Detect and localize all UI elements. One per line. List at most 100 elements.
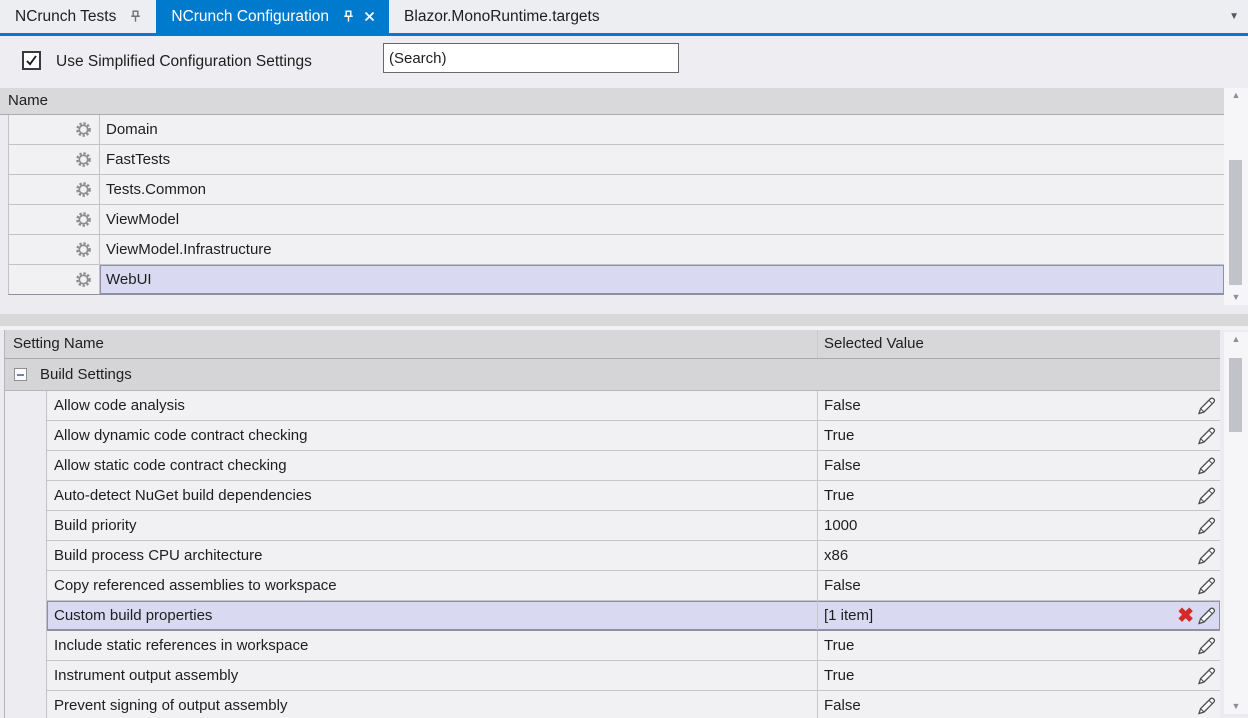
setting-value: True: [824, 427, 855, 444]
column-header-selected-value[interactable]: Selected Value: [818, 330, 1220, 358]
setting-row[interactable]: Allow dynamic code contract checking Tru…: [4, 421, 1220, 451]
setting-name: Build process CPU architecture: [54, 547, 263, 564]
row-gutter: [5, 691, 47, 718]
setting-value: True: [824, 667, 855, 684]
setting-row[interactable]: Build priority 1000: [4, 511, 1220, 541]
setting-value: 1000: [824, 517, 858, 534]
scrollbar-up-icon[interactable]: ▲: [1224, 332, 1248, 347]
settings-scrollbar[interactable]: ▲ ▼: [1224, 332, 1248, 714]
edit-icon[interactable]: [1195, 516, 1217, 536]
scrollbar-track[interactable]: [1224, 103, 1248, 290]
gear-icon: [9, 115, 100, 144]
project-name: ViewModel: [106, 211, 180, 228]
setting-row[interactable]: Auto-detect NuGet build dependencies Tru…: [4, 481, 1220, 511]
setting-row[interactable]: Copy referenced assemblies to workspace …: [4, 571, 1220, 601]
project-row-webui-selected[interactable]: WebUI: [8, 265, 1224, 295]
row-gutter: [5, 421, 47, 451]
edit-icon[interactable]: [1195, 576, 1217, 596]
scrollbar-down-icon[interactable]: ▼: [1224, 699, 1248, 714]
edit-icon[interactable]: [1195, 396, 1217, 416]
setting-value: True: [824, 487, 855, 504]
project-name: FastTests: [106, 151, 171, 168]
settings-grid: Setting Name Selected Value Build Settin…: [0, 330, 1248, 718]
edit-icon[interactable]: [1195, 696, 1217, 716]
setting-name: Instrument output assembly: [54, 667, 239, 684]
document-tab-strip: NCrunch Tests NCrunch Configuration Blaz…: [0, 0, 1248, 33]
setting-row[interactable]: Prevent signing of output assembly False: [4, 691, 1220, 718]
tab-label: NCrunch Tests: [15, 7, 117, 25]
setting-name: Allow dynamic code contract checking: [54, 427, 308, 444]
project-row-viewmodel[interactable]: ViewModel: [8, 205, 1224, 235]
gear-icon: [9, 175, 100, 204]
edit-icon[interactable]: [1195, 636, 1217, 656]
check-icon: [26, 55, 37, 66]
project-name: ViewModel.Infrastructure: [106, 241, 272, 258]
simplified-settings-checkbox[interactable]: [22, 51, 41, 70]
project-row-viewmodel-infrastructure[interactable]: ViewModel.Infrastructure: [8, 235, 1224, 265]
project-name: WebUI: [100, 265, 1224, 294]
setting-row[interactable]: Build process CPU architecture x86: [4, 541, 1220, 571]
edit-icon[interactable]: [1195, 486, 1217, 506]
setting-row[interactable]: Allow code analysis False: [4, 391, 1220, 421]
scrollbar-track[interactable]: [1224, 347, 1248, 699]
tab-label: NCrunch Configuration: [171, 7, 330, 25]
search-input[interactable]: [383, 43, 679, 73]
project-row-tests-common[interactable]: Tests.Common: [8, 175, 1224, 205]
panel-splitter[interactable]: [0, 314, 1248, 330]
scrollbar-thumb[interactable]: [1229, 160, 1242, 285]
setting-name: Build priority: [54, 517, 137, 534]
edit-icon[interactable]: [1195, 606, 1217, 626]
row-gutter: [5, 391, 47, 421]
setting-name: Copy referenced assemblies to workspace: [54, 577, 337, 594]
edit-icon[interactable]: [1195, 456, 1217, 476]
setting-value: False: [824, 397, 861, 414]
scrollbar-down-icon[interactable]: ▼: [1224, 290, 1248, 305]
setting-name: Allow code analysis: [54, 397, 185, 414]
column-header-setting-name[interactable]: Setting Name: [5, 330, 818, 358]
row-gutter: [5, 601, 47, 631]
setting-value: [1 item]: [824, 607, 874, 624]
setting-name: Custom build properties: [54, 607, 213, 624]
collapse-icon[interactable]: [14, 368, 27, 381]
gear-icon: [9, 205, 100, 234]
edit-icon[interactable]: [1195, 546, 1217, 566]
pin-icon[interactable]: [342, 10, 355, 23]
row-gutter: [5, 631, 47, 661]
tab-overflow-icon[interactable]: ▼: [1229, 0, 1239, 33]
setting-value: False: [824, 577, 861, 594]
pin-icon[interactable]: [129, 10, 142, 23]
setting-row[interactable]: Instrument output assembly True: [4, 661, 1220, 691]
tab-ncrunch-configuration[interactable]: NCrunch Configuration: [156, 0, 390, 33]
tab-label: Blazor.MonoRuntime.targets: [404, 7, 600, 25]
setting-value: x86: [824, 547, 849, 564]
gear-icon: [9, 145, 100, 174]
group-label: Build Settings: [40, 366, 132, 383]
simplified-settings-label: Use Simplified Configuration Settings: [56, 53, 312, 70]
gear-icon: [9, 235, 100, 264]
setting-row[interactable]: Allow static code contract checking Fals…: [4, 451, 1220, 481]
row-gutter: [5, 661, 47, 691]
setting-name: Prevent signing of output assembly: [54, 697, 288, 714]
tab-ncrunch-tests[interactable]: NCrunch Tests: [0, 0, 156, 33]
close-icon[interactable]: [364, 11, 375, 22]
setting-name: Allow static code contract checking: [54, 457, 287, 474]
projects-list: Name Domain FastTests Tests.Common ViewM…: [0, 88, 1248, 295]
group-row-build-settings[interactable]: Build Settings: [4, 359, 1220, 391]
delete-icon[interactable]: ✖: [1177, 606, 1194, 626]
setting-name: Include static references in workspace: [54, 637, 309, 654]
setting-row[interactable]: Include static references in workspace T…: [4, 631, 1220, 661]
setting-value: False: [824, 697, 861, 714]
project-row-domain[interactable]: Domain: [8, 115, 1224, 145]
edit-icon[interactable]: [1195, 426, 1217, 446]
scrollbar-up-icon[interactable]: ▲: [1224, 88, 1248, 103]
setting-row-selected[interactable]: Custom build properties [1 item] ✖: [4, 601, 1220, 631]
setting-value: False: [824, 457, 861, 474]
project-name: Tests.Common: [106, 181, 207, 198]
project-row-fasttests[interactable]: FastTests: [8, 145, 1224, 175]
scrollbar-thumb[interactable]: [1229, 358, 1242, 432]
projects-scrollbar[interactable]: ▲ ▼: [1224, 88, 1248, 305]
edit-icon[interactable]: [1195, 666, 1217, 686]
tab-blazor-monoruntime-targets[interactable]: Blazor.MonoRuntime.targets: [389, 0, 614, 33]
row-gutter: [5, 451, 47, 481]
row-gutter: [5, 511, 47, 541]
